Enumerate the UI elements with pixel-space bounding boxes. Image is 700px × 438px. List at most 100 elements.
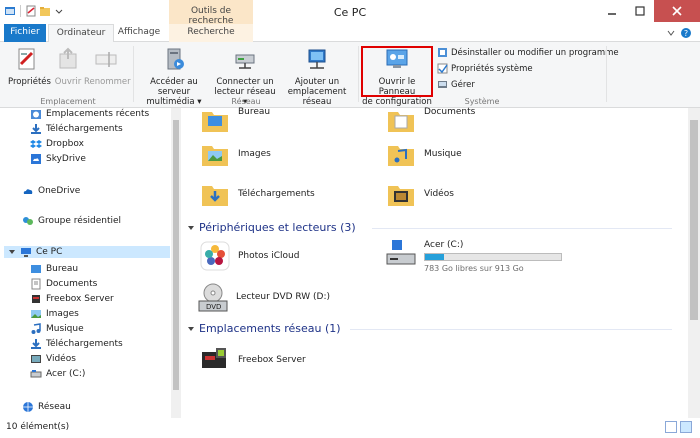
downloads-icon	[31, 339, 41, 349]
system-properties-label: Propriétés système	[451, 63, 533, 74]
folder-label: Téléchargements	[238, 189, 315, 199]
nav-item-videos[interactable]: Vidéos	[30, 353, 76, 365]
nav-item-images[interactable]: Images	[30, 308, 79, 320]
chevron-down-icon[interactable]	[666, 28, 676, 38]
highlight-box	[361, 46, 433, 97]
chevron-down-icon	[188, 225, 194, 230]
nav-item-dropbox[interactable]: Dropbox	[30, 138, 84, 150]
network-label: Freebox Server	[238, 355, 306, 365]
drive-icon	[386, 240, 416, 265]
uninstall-program-button[interactable]: Désinstaller ou modifier un programme	[437, 47, 619, 58]
media-server-icon	[167, 48, 184, 70]
nav-label: Dropbox	[46, 139, 84, 149]
manage-icon	[438, 81, 447, 88]
section-divider	[372, 228, 672, 229]
nav-item-skydrive[interactable]: SkyDrive	[30, 153, 86, 165]
folder-icon	[202, 146, 228, 166]
network-drive-icon	[235, 54, 255, 69]
maximize-icon	[635, 6, 645, 16]
rename-button[interactable]: Renommer	[84, 46, 131, 87]
device-dvd-drive[interactable]: DVD Lecteur DVD RW (D:)	[198, 281, 330, 313]
ribbon: Propriétés Ouvrir Renommer Emplacement A…	[0, 42, 700, 108]
media-server-label-1: Accéder au serveur	[150, 77, 198, 97]
group-label-emplacement: Emplacement	[40, 97, 96, 106]
ribbon-tab-bar: Fichier Ordinateur Affichage Recherche ?	[0, 24, 700, 43]
nav-item-freebox[interactable]: Freebox Server	[30, 293, 114, 305]
nav-label: Freebox Server	[46, 294, 114, 304]
tab-recherche[interactable]: Recherche	[169, 24, 253, 42]
content-scrollbar[interactable]	[688, 108, 700, 418]
folder-label: Vidéos	[424, 189, 454, 199]
nav-item-desktop[interactable]: Bureau	[30, 263, 78, 275]
folder-icon	[388, 112, 414, 132]
minimize-button[interactable]	[598, 0, 626, 22]
nav-item-music[interactable]: Musique	[30, 323, 84, 335]
device-label: Lecteur DVD RW (D:)	[236, 292, 331, 302]
system-properties-button[interactable]: Propriétés système	[437, 63, 533, 74]
folder-label: Bureau	[238, 107, 271, 117]
nav-label: Bureau	[46, 264, 79, 274]
open-label: Ouvrir	[54, 77, 82, 87]
map-network-drive-label-1: Connecter un	[216, 77, 274, 87]
title-bar: Outils de recherche Ce PC	[0, 0, 700, 26]
properties-label: Propriétés	[8, 77, 51, 87]
tab-affichage[interactable]: Affichage	[114, 24, 164, 42]
nav-label: Réseau	[38, 402, 71, 412]
dvd-drive-icon: DVD	[198, 283, 228, 312]
folder-music[interactable]: Musique	[386, 138, 462, 170]
properties-button[interactable]: Propriétés	[8, 46, 51, 87]
manage-label: Gérer	[451, 79, 475, 90]
rename-icon	[95, 52, 117, 67]
nav-item-acer-c[interactable]: Acer (C:)	[30, 368, 85, 380]
nav-item-onedrive[interactable]: OneDrive	[22, 185, 80, 197]
nav-item-downloads-pc[interactable]: Téléchargements	[30, 338, 123, 350]
help-icon[interactable]: ?	[680, 27, 692, 39]
videos-icon	[31, 355, 41, 363]
images-icon	[31, 310, 41, 318]
section-devices-label: Périphériques et lecteurs (3)	[199, 221, 356, 234]
properties-icon	[18, 48, 35, 70]
nav-scrollbar[interactable]	[171, 108, 181, 418]
documents-icon	[31, 278, 41, 290]
details-view-button[interactable]	[665, 421, 677, 433]
nav-item-downloads[interactable]: Téléchargements	[30, 123, 123, 135]
svg-text:DVD: DVD	[206, 303, 221, 311]
tab-fichier[interactable]: Fichier	[4, 24, 46, 42]
nav-label: Images	[46, 309, 79, 319]
nav-label: Ce PC	[36, 247, 63, 257]
network-freebox[interactable]: Freebox Server	[200, 344, 306, 376]
section-network[interactable]: Emplacements réseau (1)	[187, 322, 341, 335]
nav-label: Vidéos	[46, 354, 76, 364]
nav-item-documents[interactable]: Documents	[30, 278, 97, 290]
nav-item-this-pc[interactable]: Ce PC	[4, 246, 170, 258]
folder-images[interactable]: Images	[200, 138, 271, 170]
maximize-button[interactable]	[626, 0, 654, 22]
folder-downloads[interactable]: Téléchargements	[200, 178, 315, 210]
nav-label: SkyDrive	[46, 154, 86, 164]
svg-text:?: ?	[684, 29, 688, 38]
tab-ordinateur[interactable]: Ordinateur	[48, 24, 114, 43]
close-icon	[672, 6, 682, 16]
section-devices[interactable]: Périphériques et lecteurs (3)	[187, 221, 356, 234]
folder-documents[interactable]: Documents	[386, 104, 475, 136]
nav-item-network[interactable]: Réseau	[22, 401, 71, 413]
navigation-pane: Emplacements récents Téléchargements Dro…	[0, 108, 180, 418]
window-title: Ce PC	[333, 6, 367, 19]
close-button[interactable]	[654, 0, 700, 22]
device-icloud-photos[interactable]: Photos iCloud	[200, 240, 299, 272]
view-toggle	[665, 421, 692, 433]
nav-scroll-thumb[interactable]	[173, 120, 179, 390]
chevron-down-icon	[188, 326, 194, 331]
uninstall-program-label: Désinstaller ou modifier un programme	[451, 47, 619, 58]
nav-item-homegroup[interactable]: Groupe résidentiel	[22, 215, 121, 227]
content-scroll-thumb[interactable]	[690, 120, 698, 320]
manage-button[interactable]: Gérer	[437, 79, 475, 90]
nav-item-recent[interactable]: Emplacements récents	[30, 108, 149, 120]
cloud-icon	[23, 189, 33, 194]
folder-bureau[interactable]: Bureau	[200, 104, 270, 136]
tiles-view-button[interactable]	[680, 421, 692, 433]
folder-videos[interactable]: Vidéos	[386, 178, 454, 210]
folder-icon	[388, 186, 414, 206]
open-button[interactable]: Ouvrir	[52, 46, 84, 87]
folder-label: Documents	[424, 107, 476, 117]
